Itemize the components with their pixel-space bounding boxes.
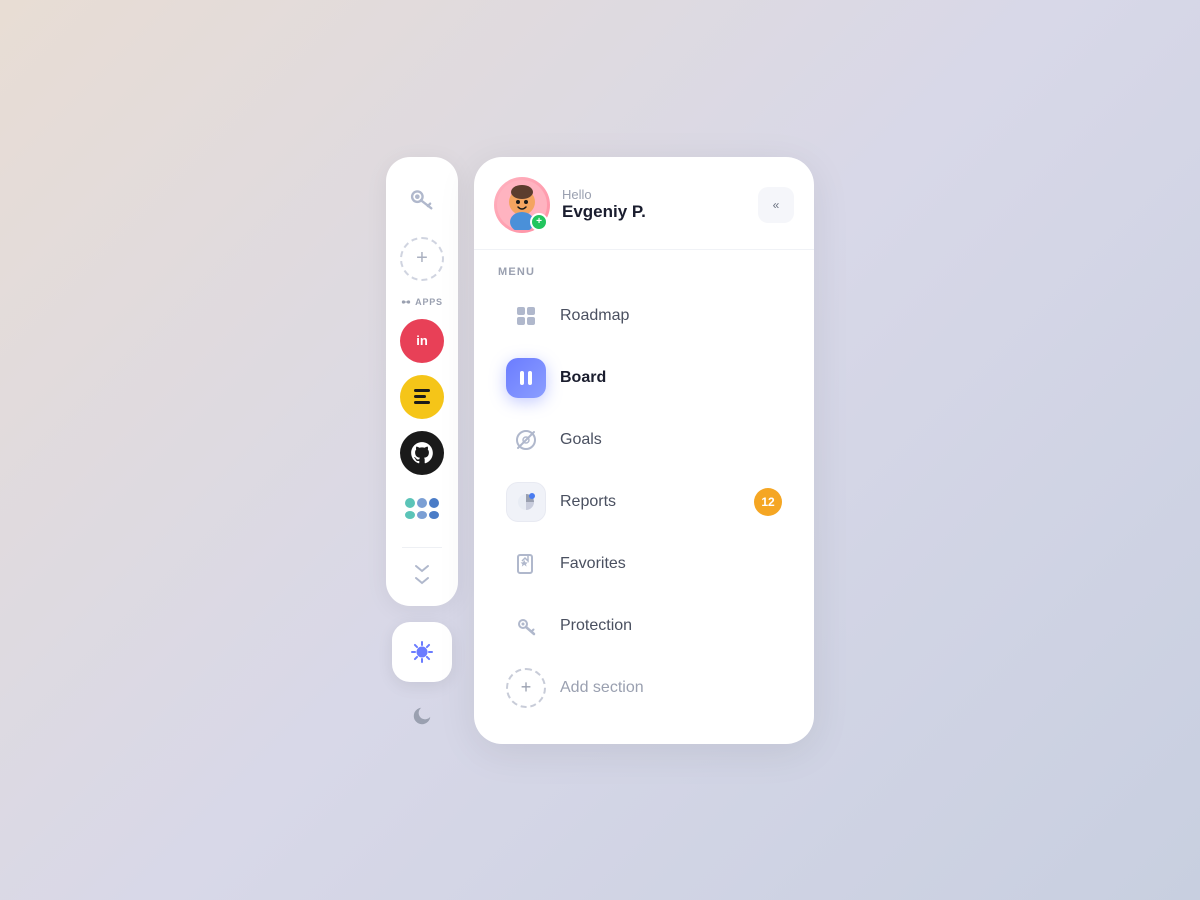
add-section-label: Add section — [560, 679, 644, 697]
apps-section: APPS in — [398, 297, 446, 531]
protection-icon — [506, 606, 546, 646]
menu-item-add-section[interactable]: + Add section — [494, 658, 794, 718]
light-theme-button[interactable] — [392, 622, 452, 682]
collapse-button[interactable]: « — [758, 187, 794, 223]
app-invision[interactable]: in — [400, 319, 444, 363]
goals-icon — [506, 420, 546, 460]
reports-badge: 12 — [754, 488, 782, 516]
board-label: Board — [560, 369, 606, 387]
add-app-button[interactable]: + — [400, 237, 444, 281]
goals-label: Goals — [560, 431, 602, 449]
app-makerpad[interactable] — [400, 375, 444, 419]
reports-icon — [506, 482, 546, 522]
app-github[interactable] — [400, 431, 444, 475]
protection-label: Protection — [560, 617, 632, 635]
theme-toggles — [386, 622, 458, 738]
roadmap-label: Roadmap — [560, 307, 629, 325]
avatar-add-badge[interactable]: + — [530, 213, 548, 231]
show-more-button[interactable] — [414, 564, 430, 586]
panel-header: + Hello Evgeniy P. « — [474, 177, 814, 250]
menu-section: MENU Roadmap — [474, 266, 814, 718]
main-panel: + Hello Evgeniy P. « MENU — [474, 157, 814, 744]
board-icon — [506, 358, 546, 398]
favorites-icon — [506, 544, 546, 584]
sidebar-divider — [402, 547, 442, 548]
user-name: Evgeniy P. — [562, 202, 646, 222]
menu-item-favorites[interactable]: Favorites — [494, 534, 794, 594]
key-icon — [400, 177, 444, 221]
apps-label: APPS — [401, 297, 443, 307]
left-sidebar: + APPS in — [386, 157, 458, 738]
menu-item-protection[interactable]: Protection — [494, 596, 794, 656]
menu-label: MENU — [494, 266, 794, 278]
menu-item-reports[interactable]: Reports 12 — [494, 472, 794, 532]
menu-item-goals[interactable]: Goals — [494, 410, 794, 470]
user-info: + Hello Evgeniy P. — [494, 177, 646, 233]
app-other[interactable] — [400, 487, 444, 531]
menu-item-roadmap[interactable]: Roadmap — [494, 286, 794, 346]
ui-container: + APPS in — [386, 157, 814, 744]
left-sidebar-top: + APPS in — [386, 157, 458, 606]
user-text: Hello Evgeniy P. — [562, 187, 646, 222]
add-section-icon: + — [506, 668, 546, 708]
greeting-label: Hello — [562, 187, 646, 202]
reports-label: Reports — [560, 493, 616, 511]
menu-item-board[interactable]: Board — [494, 348, 794, 408]
dark-theme-button[interactable] — [400, 694, 444, 738]
favorites-label: Favorites — [560, 555, 626, 573]
avatar-container: + — [494, 177, 550, 233]
roadmap-icon — [506, 296, 546, 336]
